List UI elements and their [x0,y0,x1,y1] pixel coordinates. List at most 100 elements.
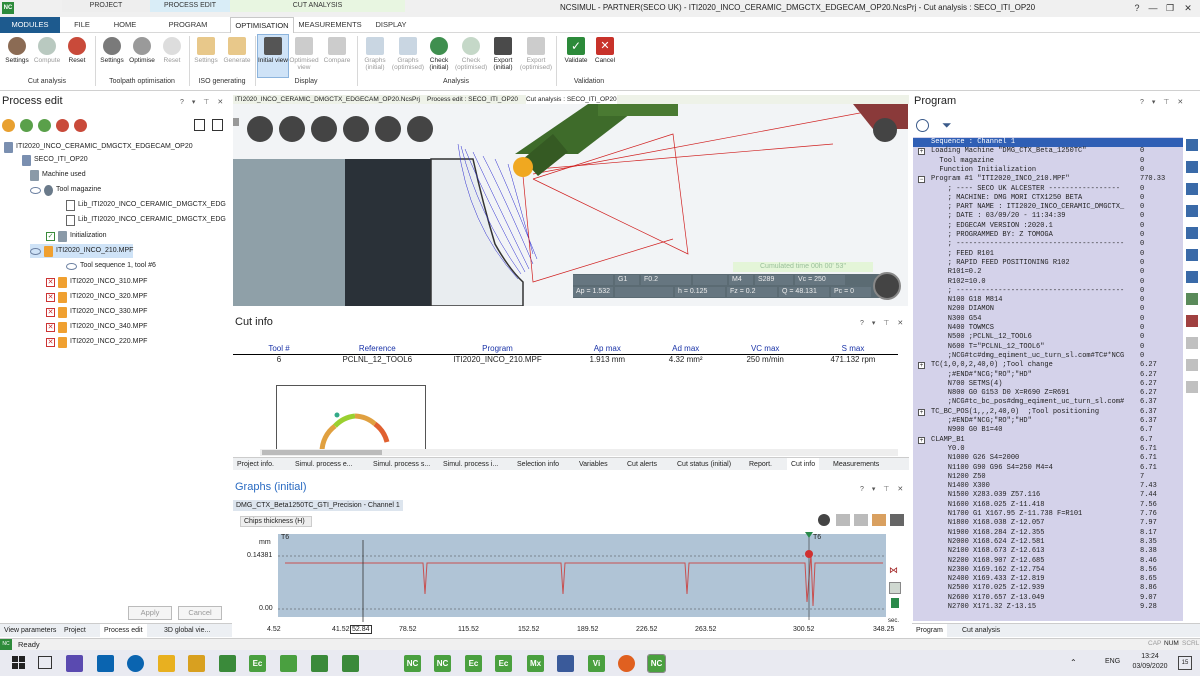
edit-icon[interactable] [1186,337,1198,349]
settings-icon[interactable] [1186,381,1198,393]
firefox-icon[interactable] [618,655,635,672]
program-line[interactable]: ;#END#*NCG;"RO";"HD" 6.27 [913,371,1183,380]
program-line[interactable]: N900 G0 B1=40 6.7 [913,426,1183,435]
tab-project-info[interactable]: Project info. [233,458,278,471]
program-line[interactable]: Function Initialization 0 [913,166,1183,175]
check-initial-button[interactable]: Check (initial) [424,35,454,71]
file-explorer-icon[interactable] [158,655,175,672]
program-line-selected[interactable]: Sequence : Channel 1 [913,138,1183,148]
cursor-position[interactable]: 52.84 [350,625,372,634]
step-forward-icon[interactable] [1186,227,1198,239]
program-line[interactable]: N100 G18 M814 0 [913,296,1183,305]
ncsimul-icon[interactable]: NC [434,655,451,672]
record-icon[interactable] [818,514,830,526]
expand-icon[interactable]: + [918,408,925,416]
step-back-icon[interactable] [1186,161,1198,173]
opt-settings-button[interactable]: Settings [97,35,127,64]
tab-view-parameters[interactable]: View parameters [0,624,60,637]
loop-icon[interactable] [1186,271,1198,283]
program-line[interactable]: N2100 X168.673 Z-12.613 8.38 [913,547,1183,556]
program-controls[interactable]: ? ▾ ⊤ ✕ [1140,98,1186,106]
program-line[interactable]: N1200 Z50 7 [913,473,1183,482]
camera-icon[interactable] [890,514,904,526]
graph-area[interactable]: T6 T6 mm 0.14381 0.00 ⋈ sec. 4.52 41.52 … [233,530,909,638]
tab-variables[interactable]: Variables [575,458,612,471]
tab-simul-process-e[interactable]: Simul. process e... [291,458,357,471]
collapse-icon[interactable]: − [918,176,925,184]
tree-item-program-320[interactable]: ✕ ITI2020_INCO_320.MPF [46,290,147,304]
program-line[interactable]: Y0.0 6.71 [913,445,1183,454]
disabled-icon[interactable]: ✕ [46,307,55,317]
disabled-icon[interactable]: ✕ [46,337,55,347]
solid-view-icon[interactable] [279,116,305,142]
program-line[interactable]: N2200 X168.907 Z-12.685 8.46 [913,557,1183,566]
tab-cut-alerts[interactable]: Cut alerts [623,458,661,471]
tab-program[interactable]: PROGRAM [150,17,226,33]
program-line[interactable]: − Program #1 "ITI2020_INCO_210.MPF" 770.33 [913,175,1183,184]
tree-item-program-330[interactable]: ✕ ITI2020_INCO_330.MPF [46,305,147,319]
app-icon[interactable] [342,655,359,672]
doc-tab-process-edit[interactable]: Process edit : SECO_ITI_OP20 [427,95,518,104]
tab-measurements[interactable]: MEASUREMENTS [296,17,364,33]
tab-report[interactable]: Report. [745,458,776,471]
graphs-initial-button[interactable]: Graphs (initial) [359,35,391,71]
add-breakpoint-icon[interactable] [1186,293,1198,305]
graph-channel-tab[interactable]: DMG_CTX_Beta1250TC_GTI_Precision - Chann… [233,500,403,511]
graphs-optimised-button[interactable]: Graphs (optimised) [391,35,425,71]
program-line[interactable]: ; DATE : 03/09/20 - 11:34:39 0 [913,212,1183,221]
tree-item-program-340[interactable]: ✕ ITI2020_INCO_340.MPF [46,320,147,334]
ncsimul-active-icon[interactable]: NC [647,654,666,673]
program-line[interactable]: ; MACHINE: DMG MORI CTX1250 BETA 0 [913,194,1183,203]
app-icon[interactable] [280,655,297,672]
program-line[interactable]: N500 ;PCLNL_12_TOOL6 0 [913,333,1183,342]
opt-reset-button[interactable]: Reset [157,35,187,64]
export-initial-button[interactable]: Export (initial) [488,35,518,71]
list-view-icon[interactable] [194,119,205,131]
tree-item-program-220[interactable]: ✕ ITI2020_INCO_220.MPF [46,335,147,349]
program-line[interactable]: ; --------------------------------------… [913,240,1183,249]
doc-tab-project[interactable]: ITI2020_INCO_CERAMIC_DMGCTX_EDGECAM_OP20… [235,95,420,104]
remove-breakpoint-icon[interactable] [1186,315,1198,327]
compute-button[interactable]: Compute [32,35,62,64]
stock-view-icon[interactable] [311,116,337,142]
expand-icon[interactable]: + [918,148,925,156]
program-line[interactable]: N1000 G26 S4=2000 6.71 [913,454,1183,463]
disabled-icon[interactable]: ✕ [46,322,55,332]
tree-item-program-310[interactable]: ✕ ITI2020_INCO_310.MPF [46,275,147,289]
tree-item-tool-magazine[interactable]: Tool magazine [30,183,101,197]
eye-icon[interactable] [30,247,41,255]
program-line[interactable]: + Loading Machine "DMG_CTX_Beta_1250TC" 0 [913,147,1183,156]
task-view-icon[interactable] [38,656,52,669]
tab-cut-status[interactable]: Cut status (initial) [673,458,735,471]
tab-cut-analysis[interactable]: Cut analysis [958,624,1004,637]
tab-simul-process-s[interactable]: Simul. process s... [369,458,434,471]
tab-program[interactable]: Program [912,624,947,637]
horizontal-scrollbar[interactable] [260,449,898,456]
tree-item-setup[interactable]: SECO_ITI_OP20 [22,153,88,167]
windows-start-icon[interactable] [12,656,25,669]
vi-icon[interactable]: Vi [588,655,605,672]
edgecam-icon[interactable]: Ec [465,655,482,672]
selection-icon[interactable] [375,116,401,142]
stop-icon[interactable] [56,119,69,132]
marker-icon[interactable] [891,598,899,608]
play-icon[interactable] [1186,205,1198,217]
teams-icon[interactable] [66,655,83,672]
tree-item-program-210[interactable]: ITI2020_INCO_210.MPF [30,244,134,258]
minimize-button[interactable]: — [1146,2,1160,14]
zoom-in-icon[interactable] [836,514,850,526]
program-listing[interactable]: Sequence : Channel 1 + Loading Machine "DM… [913,137,1183,621]
program-line[interactable]: N1100 G90 G96 S4=250 M4=4 6.71 [913,464,1183,473]
program-line[interactable]: N600 T="PCLNL_12_TOOL6" 0 [913,343,1183,352]
program-line[interactable]: ; FEED R101 0 [913,250,1183,259]
tab-measurements[interactable]: Measurements [829,458,883,471]
tab-file[interactable]: FILE [62,17,102,33]
eye-icon[interactable] [66,262,77,270]
program-line[interactable]: N1500 X283.039 Z57.116 7.44 [913,491,1183,500]
program-line[interactable]: N1400 X300 7.43 [913,482,1183,491]
generate-button[interactable]: Generate [222,35,252,64]
checked-icon[interactable]: ✓ [46,231,55,241]
program-line[interactable]: N2600 X170.657 Z-13.049 9.07 [913,594,1183,603]
chip-thickness-tab[interactable]: Chips thickness (H) [240,516,312,527]
cancel-ribbon-button[interactable]: ✕ Cancel [590,35,620,64]
